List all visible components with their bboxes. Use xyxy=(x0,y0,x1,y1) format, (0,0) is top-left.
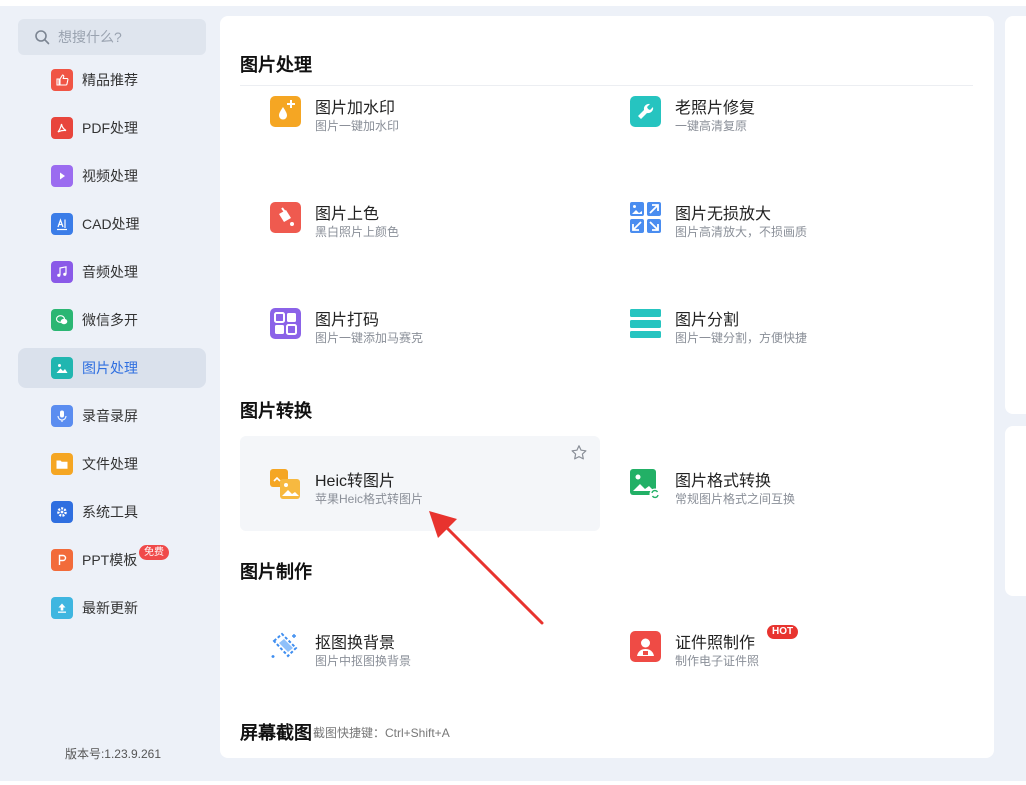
pdf-icon xyxy=(51,117,73,139)
sidebar: 想搜什么? 精品推荐 PDF处理 视频处理 CAD处理 音频处理 微信多开 图片… xyxy=(0,6,218,781)
tool-desc: 图片中抠图换背景 xyxy=(315,654,412,668)
tool-title: 证件照制作 xyxy=(675,635,756,652)
tool-title: 图片加水印 xyxy=(315,100,396,117)
cad-icon xyxy=(51,213,73,235)
right-panel-card xyxy=(1005,426,1026,596)
sidebar-item-label: 视频处理 xyxy=(82,168,138,184)
sidebar-item-label: 系统工具 xyxy=(82,504,138,520)
section-title-image-conversion: 图片转换 xyxy=(240,401,312,421)
sidebar-item-file[interactable]: 文件处理 xyxy=(18,444,206,484)
tool-title: 老照片修复 xyxy=(675,100,756,117)
sidebar-item-label: CAD处理 xyxy=(82,216,140,232)
tool-desc: 图片高清放大，不损画质 xyxy=(675,225,808,239)
tool-lossless-enlarge[interactable]: 图片无损放大 图片高清放大，不损画质 xyxy=(600,182,960,277)
id-photo-icon xyxy=(630,631,661,662)
sidebar-item-label: 最新更新 xyxy=(82,600,138,616)
upload-icon xyxy=(51,597,73,619)
tool-title: 图片分割 xyxy=(675,312,740,329)
tool-title: 图片上色 xyxy=(315,206,380,223)
cutout-icon xyxy=(270,631,301,662)
search-icon xyxy=(35,30,50,45)
tool-watermark[interactable]: 图片加水印 图片一键加水印 xyxy=(240,76,600,171)
sidebar-item-pdf[interactable]: PDF处理 xyxy=(18,108,206,148)
tool-format-convert[interactable]: 图片格式转换 常规图片格式之间互换 xyxy=(600,436,960,531)
main-panel: 图片处理 图片加水印 图片一键加水印 老照片修复 一键高清复原 图片上色 黑白照… xyxy=(220,16,994,758)
image-icon xyxy=(51,357,73,379)
annotation-arrow-icon xyxy=(429,511,544,625)
folder-icon xyxy=(51,453,73,475)
window-bottom-edge xyxy=(0,781,1026,785)
tool-mosaic[interactable]: 图片打码 图片一键添加马赛克 xyxy=(240,288,600,383)
tool-old-photo-repair[interactable]: 老照片修复 一键高清复原 xyxy=(600,76,960,171)
format-convert-icon xyxy=(630,469,661,500)
heic-convert-icon xyxy=(270,469,301,500)
sidebar-item-label: 微信多开 xyxy=(82,312,138,328)
sidebar-nav: 精品推荐 PDF处理 视频处理 CAD处理 音频处理 微信多开 图片处理 录音录… xyxy=(18,60,206,636)
screenshot-shortcut-hint: 截图快捷键：Ctrl+Shift+A xyxy=(313,726,450,740)
sidebar-item-label: 录音录屏 xyxy=(82,408,138,424)
tool-title: 图片无损放大 xyxy=(675,206,772,223)
version-label: 版本号:1.23.9.261 xyxy=(64,747,162,761)
sidebar-item-video[interactable]: 视频处理 xyxy=(18,156,206,196)
tool-desc: 图片一键添加马赛克 xyxy=(315,331,424,345)
section-title-image-making: 图片制作 xyxy=(240,562,312,582)
tool-colorize[interactable]: 图片上色 黑白照片上颜色 xyxy=(240,182,600,277)
sidebar-item-label: 精品推荐 xyxy=(82,72,138,88)
tool-desc: 黑白照片上颜色 xyxy=(315,225,400,239)
sidebar-item-cad[interactable]: CAD处理 xyxy=(18,204,206,244)
right-panel-card xyxy=(1005,16,1026,414)
hot-badge: HOT xyxy=(767,625,799,639)
mosaic-icon xyxy=(270,308,301,339)
sidebar-item-system[interactable]: 系统工具 xyxy=(18,492,206,532)
sidebar-item-label: 图片处理 xyxy=(82,360,138,376)
tool-title: 抠图换背景 xyxy=(315,635,396,652)
search-input[interactable]: 想搜什么? xyxy=(18,19,206,55)
play-icon xyxy=(51,165,73,187)
section-title-image-processing: 图片处理 xyxy=(240,55,312,75)
sidebar-item-updates[interactable]: 最新更新 xyxy=(18,588,206,628)
tool-title: Heic转图片 xyxy=(315,473,396,490)
tool-desc: 制作电子证件照 xyxy=(675,654,760,668)
enlarge-icon xyxy=(630,202,661,233)
sidebar-item-audio[interactable]: 音频处理 xyxy=(18,252,206,292)
tool-image-split[interactable]: 图片分割 图片一键分割，方便快捷 xyxy=(600,288,960,383)
thumbs-up-icon xyxy=(51,69,73,91)
favorite-star-icon[interactable] xyxy=(570,444,588,462)
sidebar-item-ppt[interactable]: PPT模板 免费 xyxy=(18,540,206,580)
watermark-icon xyxy=(270,96,301,127)
sidebar-item-label: 音频处理 xyxy=(82,264,138,280)
ppt-icon xyxy=(51,549,73,571)
gear-icon xyxy=(51,501,73,523)
tool-desc: 图片一键加水印 xyxy=(315,119,400,133)
tool-desc: 常规图片格式之间互换 xyxy=(675,492,796,506)
music-icon xyxy=(51,261,73,283)
wechat-icon xyxy=(51,309,73,331)
search-placeholder: 想搜什么? xyxy=(58,29,122,45)
sidebar-item-image[interactable]: 图片处理 xyxy=(18,348,206,388)
free-badge: 免费 xyxy=(139,545,169,560)
split-icon xyxy=(630,308,661,339)
section-title-screenshot: 屏幕截图 xyxy=(240,723,312,743)
tool-desc: 苹果Heic格式转图片 xyxy=(315,492,424,506)
paint-bucket-icon xyxy=(270,202,301,233)
tool-desc: 图片一键分割，方便快捷 xyxy=(675,331,808,345)
sidebar-item-recommend[interactable]: 精品推荐 xyxy=(18,60,206,100)
tool-title: 图片格式转换 xyxy=(675,473,772,490)
sidebar-item-recording[interactable]: 录音录屏 xyxy=(18,396,206,436)
tool-title: 图片打码 xyxy=(315,312,380,329)
wrench-icon xyxy=(630,96,661,127)
sidebar-item-label: PPT模板 xyxy=(82,552,138,568)
sidebar-item-wechat[interactable]: 微信多开 xyxy=(18,300,206,340)
microphone-icon xyxy=(51,405,73,427)
tool-id-photo[interactable]: 证件照制作 制作电子证件照 HOT xyxy=(600,598,960,693)
sidebar-item-label: 文件处理 xyxy=(82,456,138,472)
sidebar-item-label: PDF处理 xyxy=(82,120,138,136)
tool-desc: 一键高清复原 xyxy=(675,119,748,133)
